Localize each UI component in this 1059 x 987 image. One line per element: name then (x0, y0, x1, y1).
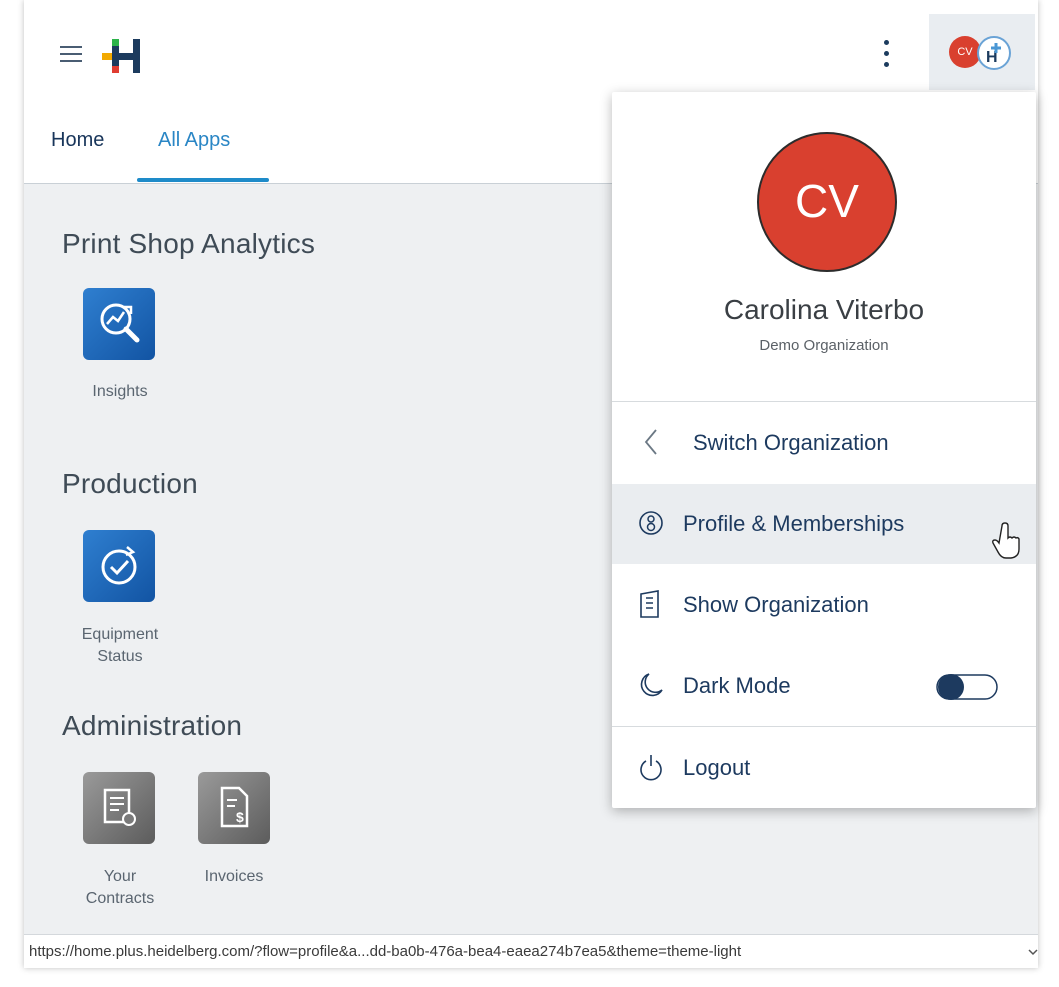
app-label-line: Equipment (81, 626, 159, 643)
app-label-equipment-status: Equipment Status (70, 624, 170, 668)
user-avatar: CV (757, 132, 897, 272)
menu-item-dark-mode[interactable]: Dark Mode (612, 646, 1036, 726)
building-icon (640, 590, 659, 618)
section-title-production: Production (62, 468, 198, 499)
invoices-icon: $ (220, 786, 249, 828)
menu-item-label: Profile & Memberships (683, 511, 905, 536)
equipment-status-icon (101, 546, 137, 585)
menu-item-profile-memberships[interactable]: Profile & Memberships (612, 484, 1036, 564)
hand-cursor-icon (992, 522, 1020, 559)
user-organization: Demo Organization (759, 337, 889, 354)
app-tile-your-contracts[interactable] (83, 772, 155, 844)
heidelberg-logo[interactable] (102, 36, 150, 76)
menu-item-show-organization[interactable]: Show Organization (612, 565, 1036, 645)
app-label-invoices: Invoices (204, 868, 264, 885)
tab-all-apps[interactable]: All Apps (158, 129, 230, 152)
heidelberg-plus-icon: H (977, 36, 1011, 70)
account-button[interactable]: CV H (929, 14, 1035, 90)
tab-home[interactable]: Home (51, 129, 104, 152)
user-name: Carolina Viterbo (723, 294, 925, 325)
menu-item-label: Logout (683, 755, 751, 780)
menu-item-switch-organization[interactable]: Switch Organization (612, 403, 1036, 483)
menu-item-label: Dark Mode (683, 673, 791, 698)
browser-status-bar: https://home.plus.heidelberg.com/?flow=p… (24, 934, 1038, 968)
app-label-your-contracts: Your Contracts (70, 866, 170, 910)
power-icon (640, 755, 662, 781)
menu-divider (612, 726, 1036, 727)
contracts-icon (103, 788, 136, 826)
section-title-print-shop-analytics: Print Shop Analytics (62, 228, 316, 259)
menu-item-label: Show Organization (683, 592, 869, 617)
menu-item-logout[interactable]: Logout (612, 728, 1036, 808)
app-tile-invoices[interactable]: $ (198, 772, 270, 844)
account-menu: CV Carolina Viterbo Demo Organization Sw… (612, 92, 1036, 808)
more-options-icon[interactable] (876, 40, 896, 76)
app-tile-insights[interactable] (83, 288, 155, 360)
menu-divider (612, 401, 1036, 402)
app-label-line: Your (103, 868, 137, 885)
active-tab-indicator (137, 178, 269, 182)
app-label-insights: Insights (92, 383, 148, 400)
insights-icon (100, 303, 140, 343)
section-title-administration: Administration (62, 710, 243, 741)
chevron-left-icon (644, 429, 657, 455)
app-label-line: Status (97, 648, 143, 665)
app-label-line: Contracts (85, 890, 155, 907)
status-url: https://home.plus.heidelberg.com/?flow=p… (29, 943, 742, 960)
moon-icon (640, 673, 663, 697)
app-tile-equipment-status[interactable] (83, 530, 155, 602)
menu-item-label: Switch Organization (693, 430, 889, 455)
hamburger-menu-icon[interactable] (60, 46, 82, 62)
dark-mode-toggle[interactable] (936, 674, 998, 700)
profile-icon (639, 511, 663, 535)
chevron-down-icon[interactable] (1028, 947, 1038, 957)
svg-text:$: $ (236, 809, 244, 825)
